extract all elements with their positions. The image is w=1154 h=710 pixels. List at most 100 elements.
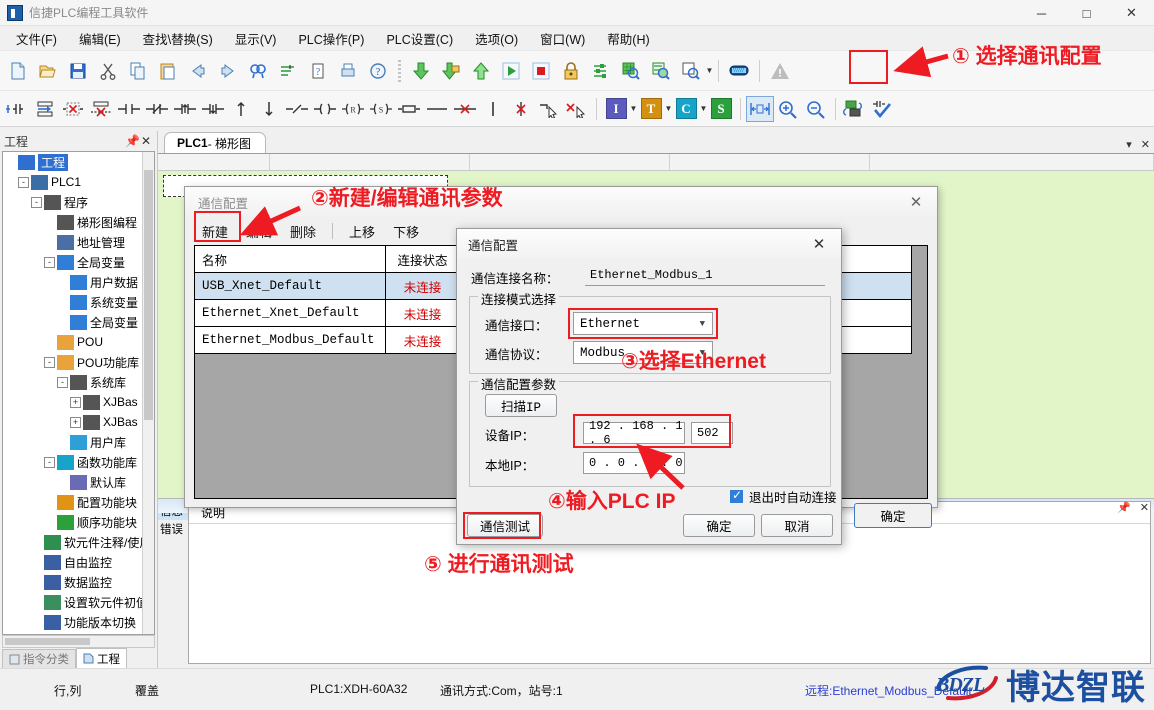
ok-button[interactable]: 确定 bbox=[683, 514, 755, 537]
tab-project[interactable]: 工程 bbox=[76, 648, 127, 668]
open-file-icon[interactable] bbox=[33, 56, 63, 86]
contact-fall-icon[interactable] bbox=[199, 96, 227, 122]
sort-icon[interactable] bbox=[273, 56, 303, 86]
tree-item-22[interactable]: 设置软元件初值 bbox=[3, 592, 154, 612]
restore-window-icon[interactable]: ▾ bbox=[1126, 138, 1132, 151]
check-program-icon[interactable] bbox=[869, 96, 897, 122]
tree-item-18[interactable]: 顺序功能块 bbox=[3, 512, 154, 532]
help-reference-icon[interactable]: ? bbox=[303, 56, 333, 86]
comm-config-list-ok-button[interactable]: 确定 bbox=[854, 503, 932, 528]
warning-icon[interactable] bbox=[765, 56, 795, 86]
tree-item-8[interactable]: 全局变量 bbox=[3, 312, 154, 332]
edit-button[interactable]: 编辑 bbox=[237, 219, 281, 244]
tree-item-3[interactable]: 梯形图编程 bbox=[3, 212, 154, 232]
h-line-icon[interactable] bbox=[423, 96, 451, 122]
chevron-down-icon[interactable]: ▼ bbox=[706, 58, 714, 84]
tab-instruction-category[interactable]: 指令分类 bbox=[2, 649, 76, 668]
tree-scrollbar-thumb[interactable] bbox=[144, 170, 153, 420]
pin-icon[interactable]: 📌 bbox=[125, 134, 140, 148]
menu-plc-operate[interactable]: PLC操作(P) bbox=[287, 25, 375, 52]
monitor-zoom-icon[interactable] bbox=[676, 56, 706, 86]
chevron-down-icon-comment[interactable]: ▼ bbox=[700, 96, 708, 122]
download-secure-icon[interactable] bbox=[436, 56, 466, 86]
menu-find-replace[interactable]: 查找\替换(S) bbox=[132, 25, 224, 52]
tree-item-0[interactable]: 工程 bbox=[3, 152, 154, 172]
close-document-icon[interactable]: ✕ bbox=[1141, 138, 1150, 151]
tree-expander[interactable]: - bbox=[31, 196, 42, 208]
minimize-button[interactable]: ─ bbox=[1019, 0, 1064, 26]
tree-item-17[interactable]: 配置功能块 bbox=[3, 492, 154, 512]
tree-item-21[interactable]: 数据监控 bbox=[3, 572, 154, 592]
maximize-button[interactable]: □ bbox=[1064, 0, 1109, 26]
coil-reset-icon[interactable]: R bbox=[339, 96, 367, 122]
redo-icon[interactable] bbox=[213, 56, 243, 86]
tree-item-9[interactable]: POU bbox=[3, 332, 154, 352]
insert-contact-icon[interactable] bbox=[3, 96, 31, 122]
pointer-delete-icon[interactable] bbox=[563, 96, 591, 122]
paste-icon[interactable] bbox=[153, 56, 183, 86]
help-icon[interactable]: ? bbox=[363, 56, 393, 86]
block-icon[interactable] bbox=[395, 96, 423, 122]
upload-icon[interactable] bbox=[466, 56, 496, 86]
tree-item-15[interactable]: - 函数功能库 bbox=[3, 452, 154, 472]
menu-help[interactable]: 帮助(H) bbox=[596, 25, 660, 52]
instruction-button[interactable]: I bbox=[602, 96, 630, 122]
menu-file[interactable]: 文件(F) bbox=[5, 25, 68, 52]
cancel-button[interactable]: 取消 bbox=[761, 514, 833, 537]
run-icon[interactable] bbox=[496, 56, 526, 86]
print-icon[interactable] bbox=[333, 56, 363, 86]
v-line-icon[interactable] bbox=[479, 96, 507, 122]
tree-item-13[interactable]: + XJBas bbox=[3, 412, 154, 432]
sequence-button[interactable]: S bbox=[707, 96, 735, 122]
tree-expander[interactable]: - bbox=[44, 356, 55, 368]
chevron-down-icon-remote[interactable]: ▾ bbox=[963, 686, 967, 695]
menu-edit[interactable]: 编辑(E) bbox=[68, 25, 132, 52]
menu-window[interactable]: 窗口(W) bbox=[529, 25, 596, 52]
save-icon[interactable] bbox=[63, 56, 93, 86]
tree-scrollbar[interactable] bbox=[142, 152, 154, 634]
find-icon[interactable] bbox=[243, 56, 273, 86]
text-button[interactable]: T bbox=[637, 96, 665, 122]
tree-item-7[interactable]: 系统变量 bbox=[3, 292, 154, 312]
tree-expander[interactable]: - bbox=[44, 456, 55, 468]
tree-item-4[interactable]: 地址管理 bbox=[3, 232, 154, 252]
close-icon[interactable]: ✕ bbox=[1140, 501, 1149, 514]
delete-row-icon[interactable] bbox=[87, 96, 115, 122]
insert-row-icon[interactable] bbox=[31, 96, 59, 122]
close-icon[interactable]: ✕ bbox=[895, 187, 937, 217]
tree-item-1[interactable]: - PLC1 bbox=[3, 172, 154, 192]
output-tab-error[interactable]: 错误 bbox=[158, 520, 188, 538]
tree-hscrollbar-thumb[interactable] bbox=[5, 638, 90, 645]
tree-expander[interactable]: - bbox=[44, 256, 55, 268]
comment-button[interactable]: C bbox=[672, 96, 700, 122]
down-line-icon[interactable] bbox=[255, 96, 283, 122]
delete-button[interactable]: 删除 bbox=[281, 219, 325, 244]
device-ip-input[interactable]: 192 . 168 . 1 . 6 bbox=[583, 419, 685, 447]
tree-item-12[interactable]: + XJBas bbox=[3, 392, 154, 412]
document-tab-plc1[interactable]: PLC1 - 梯形图 bbox=[164, 132, 267, 153]
new-file-icon[interactable] bbox=[3, 56, 33, 86]
auto-connect-checkbox[interactable] bbox=[730, 488, 743, 503]
tree-item-5[interactable]: - 全局变量 bbox=[3, 252, 154, 272]
pin-icon[interactable]: 📌 bbox=[1117, 501, 1131, 514]
tree-item-2[interactable]: - 程序 bbox=[3, 192, 154, 212]
undo-icon[interactable] bbox=[183, 56, 213, 86]
new-button[interactable]: 新建 bbox=[193, 219, 237, 244]
protocol-select[interactable]: Modbus ▼ bbox=[573, 341, 713, 364]
chevron-down-icon-text[interactable]: ▼ bbox=[665, 96, 673, 122]
tree-expander[interactable]: + bbox=[70, 416, 81, 428]
download-icon[interactable] bbox=[406, 56, 436, 86]
tree-item-20[interactable]: 自由监控 bbox=[3, 552, 154, 572]
device-port-input[interactable]: 502 bbox=[691, 422, 733, 444]
contact-no-icon[interactable] bbox=[115, 96, 143, 122]
delete-line-icon[interactable] bbox=[451, 96, 479, 122]
close-icon[interactable]: ✕ bbox=[139, 134, 153, 148]
tree-expander[interactable]: + bbox=[70, 396, 81, 408]
tree-item-11[interactable]: - 系统库 bbox=[3, 372, 154, 392]
fit-width-icon[interactable] bbox=[746, 95, 774, 122]
tree-item-10[interactable]: - POU功能库 bbox=[3, 352, 154, 372]
up-line-icon[interactable] bbox=[227, 96, 255, 122]
menu-plc-settings[interactable]: PLC设置(C) bbox=[375, 25, 464, 52]
contact-nc-icon[interactable] bbox=[143, 96, 171, 122]
status-remote-connection[interactable]: 远程:Ethernet_Modbus_Default bbox=[805, 682, 972, 699]
